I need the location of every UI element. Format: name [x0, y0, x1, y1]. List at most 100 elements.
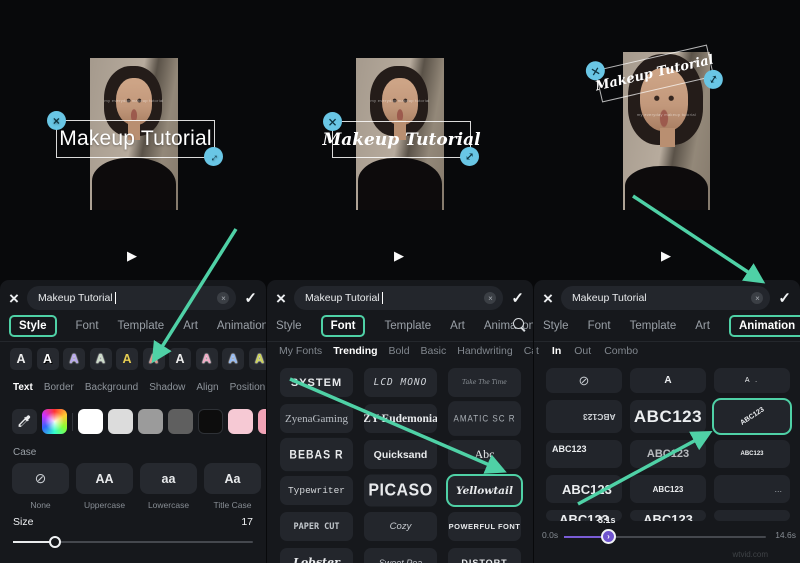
- close-icon[interactable]: ×: [9, 290, 19, 307]
- tab-animation[interactable]: Animation: [729, 315, 800, 337]
- animation-option[interactable]: A .: [714, 368, 790, 393]
- color-swatch[interactable]: [108, 409, 133, 434]
- font-option[interactable]: ZyenaGaming: [280, 404, 353, 433]
- subtab-position[interactable]: Position: [230, 382, 266, 393]
- play-icon[interactable]: ▶: [661, 248, 671, 264]
- style-preset[interactable]: A: [37, 348, 59, 370]
- size-slider[interactable]: [13, 536, 253, 548]
- category-cartoon[interactable]: Cartoon: [524, 345, 533, 357]
- font-option[interactable]: Lobster: [280, 548, 353, 563]
- style-preset[interactable]: A: [90, 348, 112, 370]
- color-wheel[interactable]: [42, 409, 67, 434]
- resize-handle-icon[interactable]: ↔: [204, 147, 223, 166]
- tab-template[interactable]: Template: [118, 320, 165, 332]
- font-option[interactable]: ZY Eudemonia: [364, 404, 437, 433]
- animation-option[interactable]: ABC123: [630, 440, 706, 468]
- animation-option[interactable]: ABC123: [714, 440, 790, 468]
- text-overlay-selection-2[interactable]: Makeup Tutorial × ↔: [332, 121, 471, 158]
- tab-font[interactable]: Font: [588, 320, 611, 332]
- tab-font[interactable]: Font: [76, 320, 99, 332]
- play-icon[interactable]: ▶: [394, 248, 404, 264]
- slider-knob[interactable]: [49, 536, 61, 548]
- animation-option[interactable]: A: [630, 368, 706, 393]
- subtab-border[interactable]: Border: [44, 382, 74, 393]
- font-option[interactable]: SYSTEM: [280, 368, 353, 397]
- confirm-icon[interactable]: ✓: [778, 289, 791, 307]
- style-preset[interactable]: A: [169, 348, 191, 370]
- font-option[interactable]: BEBAS R: [280, 438, 353, 471]
- style-preset[interactable]: A: [196, 348, 218, 370]
- slider-knob[interactable]: ›: [601, 529, 616, 544]
- style-preset[interactable]: A: [63, 348, 85, 370]
- font-option[interactable]: AMATIC SC R: [448, 401, 521, 436]
- animation-option[interactable]: ABC123: [630, 475, 706, 503]
- font-option[interactable]: PICASO: [364, 475, 437, 507]
- font-option[interactable]: DISTORT: [448, 548, 521, 563]
- subtab-align[interactable]: Align: [196, 382, 218, 393]
- text-input[interactable]: Makeup Tutorial ×: [27, 286, 236, 310]
- subtab-shadow[interactable]: Shadow: [149, 382, 185, 393]
- font-option[interactable]: POWERFUL FONT: [448, 512, 521, 541]
- animation-option[interactable]: ABC123: [546, 475, 622, 503]
- delete-handle-icon[interactable]: ×: [47, 111, 66, 130]
- style-preset[interactable]: A: [10, 348, 32, 370]
- font-option[interactable]: LCD MONO: [364, 368, 437, 397]
- animation-option[interactable]: ABC123: [546, 400, 622, 433]
- color-swatch[interactable]: [228, 409, 253, 434]
- eyedropper-icon[interactable]: [12, 409, 37, 434]
- animation-option[interactable]: ABC123: [546, 440, 622, 468]
- category-handwriting[interactable]: Handwriting: [457, 345, 512, 357]
- subtab-combo[interactable]: Combo: [604, 345, 638, 357]
- clear-icon[interactable]: ×: [751, 292, 763, 304]
- tab-template[interactable]: Template: [384, 320, 431, 332]
- color-swatch[interactable]: [258, 409, 266, 434]
- case-lowercase-button[interactable]: aa: [140, 463, 197, 494]
- close-icon[interactable]: ×: [543, 290, 553, 307]
- style-preset[interactable]: A: [116, 348, 138, 370]
- delete-handle-icon[interactable]: ×: [323, 112, 342, 131]
- confirm-icon[interactable]: ✓: [244, 289, 257, 307]
- font-option[interactable]: PAPER CUT: [280, 512, 353, 541]
- font-option[interactable]: Abc: [448, 440, 521, 469]
- style-preset[interactable]: A: [249, 348, 267, 370]
- tab-style[interactable]: Style: [9, 315, 57, 337]
- tab-style[interactable]: Style: [276, 320, 302, 332]
- font-option[interactable]: Typewriter: [280, 476, 353, 505]
- close-icon[interactable]: ×: [276, 290, 286, 307]
- case-uppercase-button[interactable]: AA: [76, 463, 133, 494]
- font-option[interactable]: Cozy: [364, 512, 437, 541]
- animation-option[interactable]: ...: [714, 475, 790, 503]
- case-none-button[interactable]: ⊘: [12, 463, 69, 494]
- style-preset[interactable]: A: [222, 348, 244, 370]
- color-swatch[interactable]: [168, 409, 193, 434]
- tab-template[interactable]: Template: [630, 320, 677, 332]
- text-input[interactable]: Makeup Tutorial ×: [294, 286, 503, 310]
- search-icon[interactable]: [513, 318, 524, 329]
- style-preset[interactable]: A: [143, 348, 165, 370]
- text-overlay-selection-1[interactable]: Makeup Tutorial × ↔: [56, 120, 215, 158]
- animation-option-none[interactable]: ⊘: [546, 368, 622, 393]
- tab-art[interactable]: Art: [183, 320, 198, 332]
- font-option-highlighted[interactable]: Yellowtail: [448, 476, 521, 505]
- tab-font[interactable]: Font: [321, 315, 366, 337]
- confirm-icon[interactable]: ✓: [511, 289, 524, 307]
- tab-animation[interactable]: Animation: [217, 320, 266, 332]
- font-option[interactable]: Sweet Pea: [364, 548, 437, 563]
- subtab-out[interactable]: Out: [574, 345, 591, 357]
- subtab-in[interactable]: In: [552, 345, 561, 357]
- category-my-fonts[interactable]: My Fonts: [279, 345, 322, 357]
- tab-style[interactable]: Style: [543, 320, 569, 332]
- play-icon[interactable]: ▶: [127, 248, 137, 264]
- category-basic[interactable]: Basic: [421, 345, 447, 357]
- color-swatch[interactable]: [78, 409, 103, 434]
- case-titlecase-button[interactable]: Aa: [204, 463, 261, 494]
- category-bold[interactable]: Bold: [389, 345, 410, 357]
- tab-art[interactable]: Art: [450, 320, 465, 332]
- subtab-text[interactable]: Text: [13, 382, 33, 393]
- color-swatch[interactable]: [138, 409, 163, 434]
- tab-art[interactable]: Art: [695, 320, 710, 332]
- font-option[interactable]: Quicksand: [364, 440, 437, 469]
- text-input[interactable]: Makeup Tutorial ×: [561, 286, 770, 310]
- color-swatch[interactable]: [198, 409, 223, 434]
- category-trending[interactable]: Trending: [333, 345, 377, 357]
